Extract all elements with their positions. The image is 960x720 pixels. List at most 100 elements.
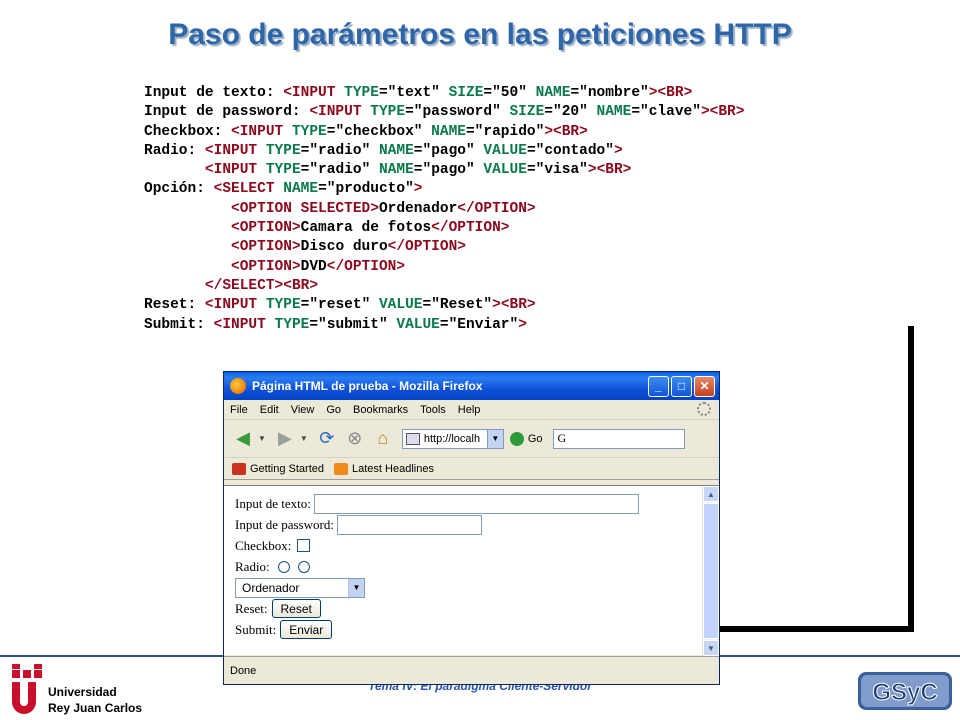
- back-dropdown-icon[interactable]: ▼: [258, 434, 266, 443]
- code-token: VALUE: [483, 162, 527, 179]
- code-token: <BR>: [657, 85, 693, 101]
- code-token: ="Enviar": [439, 316, 519, 333]
- bookmark-getting-started[interactable]: Getting Started: [232, 462, 324, 475]
- scroll-thumb[interactable]: [703, 503, 719, 639]
- code-token: NAME: [596, 104, 632, 121]
- code-token: Ordenador: [378, 200, 458, 217]
- code-token: TYPE: [370, 104, 406, 121]
- bookmark-label: Latest Headlines: [352, 462, 434, 475]
- menu-tools[interactable]: Tools: [420, 404, 446, 416]
- go-arrow-icon: [509, 431, 524, 446]
- code-token: </OPTION>: [387, 239, 466, 256]
- menu-help[interactable]: Help: [458, 404, 481, 416]
- url-text: http://localh: [423, 432, 481, 445]
- code-token: VALUE: [483, 142, 527, 159]
- code-line: </SELECT><BR>: [144, 277, 744, 296]
- code-token: <INPUT: [231, 123, 292, 140]
- close-button[interactable]: ✕: [694, 375, 715, 397]
- code-token: ="Reset": [422, 297, 493, 314]
- nombre-input[interactable]: [313, 493, 639, 514]
- code-token: TYPE: [291, 123, 327, 140]
- menu-go[interactable]: Go: [326, 404, 341, 416]
- minimize-button[interactable]: _: [648, 375, 669, 397]
- code-line: Input de password: <INPUT TYPE="password…: [144, 103, 744, 122]
- code-token: <BR>: [500, 297, 536, 314]
- scroll-down-icon[interactable]: ▼: [703, 640, 719, 656]
- code-token: ="text": [378, 85, 449, 101]
- code-token: Radio:: [144, 142, 205, 159]
- code-token: <BR>: [283, 277, 319, 294]
- maximize-button[interactable]: □: [671, 375, 692, 397]
- university-name: Universidad Rey Juan Carlos: [48, 684, 142, 716]
- status-text: Done: [230, 664, 257, 677]
- code-token: Opción:: [144, 181, 214, 198]
- code-token: ="pago": [413, 142, 484, 159]
- code-token: <INPUT: [204, 142, 266, 159]
- bookmark-latest-headlines[interactable]: Latest Headlines: [334, 462, 434, 475]
- rapido-checkbox[interactable]: [297, 539, 311, 552]
- code-token: Checkbox:: [144, 123, 232, 140]
- code-token: NAME: [535, 85, 571, 101]
- code-token: DVD: [300, 258, 327, 275]
- code-token: ="reset": [300, 297, 379, 314]
- menu-bookmarks[interactable]: Bookmarks: [353, 404, 408, 416]
- code-token: NAME: [378, 162, 414, 179]
- submit-button[interactable]: Enviar: [280, 620, 333, 639]
- code-token: <INPUT: [213, 316, 275, 333]
- code-token: SIZE: [509, 104, 545, 121]
- code-token: <INPUT: [204, 297, 266, 314]
- url-dropdown-icon[interactable]: ▼: [486, 429, 503, 448]
- code-token: >: [544, 123, 554, 140]
- code-line: <OPTION SELECTED>Ordenador</OPTION>: [144, 200, 744, 219]
- code-line: Opción: <SELECT NAME="producto">: [144, 180, 744, 199]
- code-token: ="50": [483, 85, 536, 101]
- code-token: NAME: [431, 123, 466, 140]
- forward-dropdown-icon[interactable]: ▼: [300, 434, 308, 443]
- search-input[interactable]: G: [552, 428, 685, 449]
- code-token: <OPTION>: [231, 239, 301, 256]
- vertical-scrollbar[interactable]: ▲ ▼: [702, 486, 719, 656]
- menu-edit[interactable]: Edit: [260, 404, 279, 416]
- code-token: <BR>: [553, 123, 588, 140]
- menu-file[interactable]: File: [230, 404, 248, 416]
- home-button[interactable]: ⌂: [370, 426, 396, 452]
- checkbox-label: Checkbox:: [235, 537, 292, 553]
- stop-button[interactable]: ⊗: [342, 426, 368, 452]
- university-line-2: Rey Juan Carlos: [48, 701, 143, 715]
- pago-visa-radio[interactable]: [297, 560, 310, 573]
- go-button[interactable]: Go: [509, 431, 543, 446]
- reload-button[interactable]: ⟳: [314, 426, 340, 452]
- code-token: <BR>: [709, 104, 745, 121]
- radio-label: Radio:: [235, 558, 270, 574]
- code-line: Radio: <INPUT TYPE="radio" NAME="pago" V…: [144, 142, 744, 161]
- menu-view[interactable]: View: [291, 404, 315, 416]
- code-token: ="visa": [526, 162, 588, 179]
- url-bar[interactable]: http://localh ▼: [401, 428, 504, 449]
- gsyc-logo-text: GSyC: [872, 679, 937, 706]
- select-row: Ordenador ▼: [235, 577, 639, 598]
- back-button[interactable]: ◀: [230, 426, 256, 452]
- code-listing: Input de texto: <INPUT TYPE="text" SIZE=…: [64, 84, 926, 335]
- clave-input[interactable]: [336, 514, 482, 535]
- window-titlebar: Página HTML de prueba - Mozilla Firefox …: [224, 372, 719, 400]
- code-token: ="contado": [526, 142, 614, 159]
- code-token: Input de password:: [144, 104, 310, 121]
- code-token: ="nombre": [570, 85, 649, 101]
- scroll-up-icon[interactable]: ▲: [703, 486, 719, 502]
- window-title: Página HTML de prueba - Mozilla Firefox: [252, 379, 483, 393]
- code-line: Checkbox: <INPUT TYPE="checkbox" NAME="r…: [144, 123, 744, 142]
- forward-button[interactable]: ▶: [272, 426, 298, 452]
- producto-select[interactable]: Ordenador ▼: [235, 577, 365, 598]
- code-token: ="password": [405, 104, 510, 121]
- code-token: </OPTION>: [457, 200, 536, 217]
- chevron-down-icon[interactable]: ▼: [348, 578, 364, 597]
- reset-label: Reset:: [235, 600, 268, 616]
- pago-contado-radio[interactable]: [277, 560, 290, 573]
- reset-button[interactable]: Reset: [271, 599, 321, 618]
- code-token: ="clave": [631, 104, 701, 121]
- code-token: </OPTION>: [326, 258, 406, 275]
